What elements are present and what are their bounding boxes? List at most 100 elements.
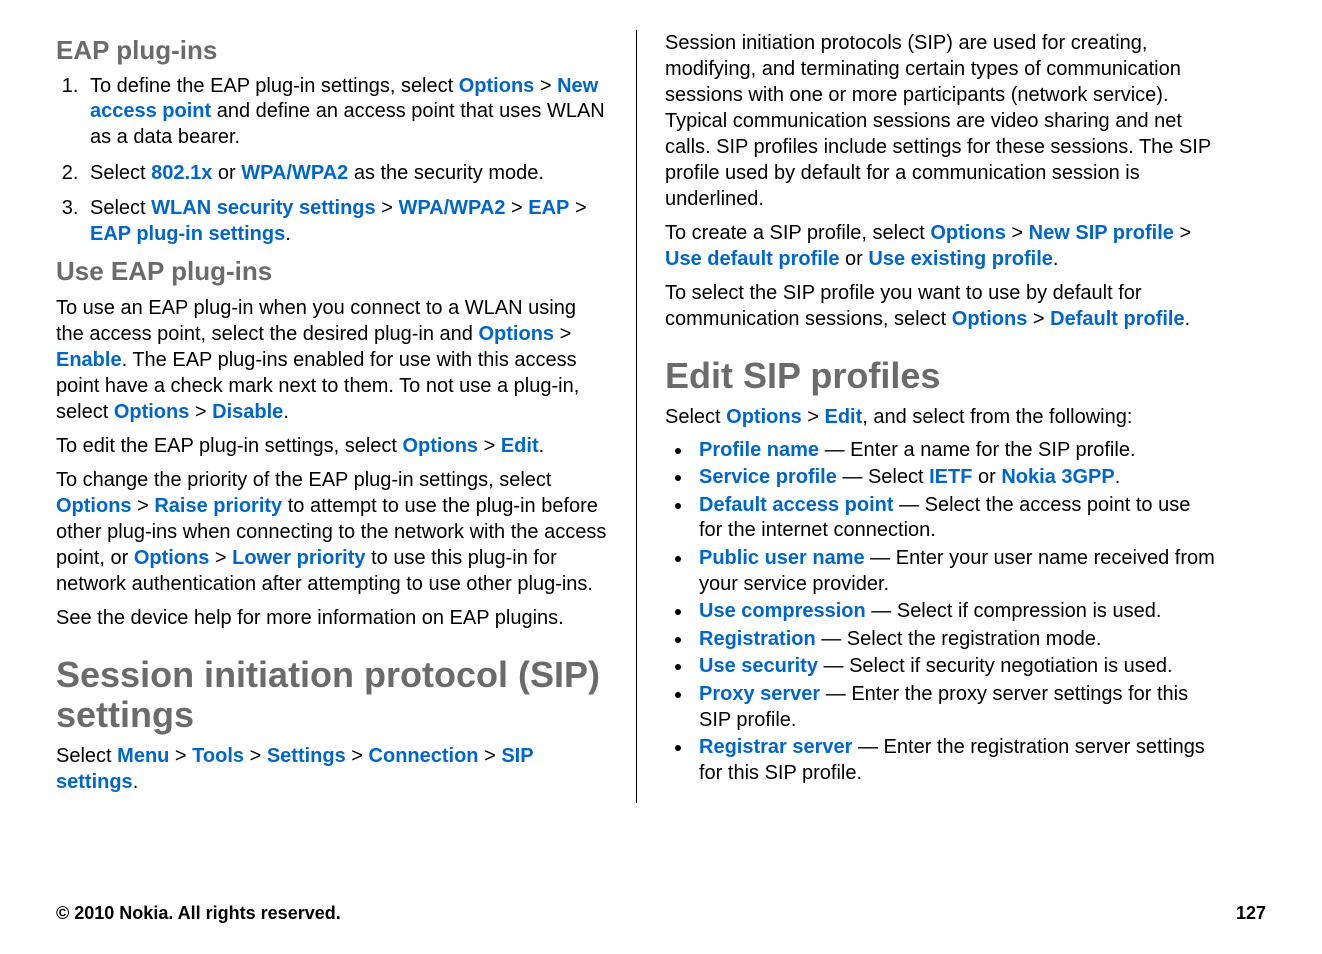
text: — Select [837, 466, 929, 488]
list-item: Registration — Select the registration m… [693, 627, 1216, 653]
paragraph: Select Menu > Tools > Settings > Connect… [56, 743, 608, 795]
text: or [212, 162, 241, 184]
ui-term: Tools [192, 745, 244, 767]
text: > [479, 745, 502, 767]
step-2: Select 802.1x or WPA/WPA2 as the securit… [84, 161, 608, 187]
ui-term: WPA/WPA2 [398, 197, 505, 219]
text: > [1174, 222, 1191, 244]
text: > [209, 547, 232, 569]
ui-term: Edit [501, 435, 539, 457]
paragraph: See the device help for more information… [56, 605, 608, 631]
text: or [839, 248, 868, 270]
list-item: Default access point — Select the access… [693, 493, 1216, 544]
option-desc: — Select the registration mode. [816, 628, 1102, 650]
ui-term: Options [134, 547, 210, 569]
text: > [569, 197, 586, 219]
ui-term: 802.1x [151, 162, 212, 184]
text: . [1115, 466, 1121, 488]
text: > [505, 197, 528, 219]
text: . [1053, 248, 1059, 270]
eap-steps-list: To define the EAP plug-in settings, sele… [56, 74, 608, 248]
ui-term: Nokia 3GPP [1001, 466, 1114, 488]
ui-term: Options [403, 435, 479, 457]
list-item: Proxy server — Enter the proxy server se… [693, 682, 1216, 733]
ui-term: Lower priority [232, 547, 365, 569]
ui-term: Raise priority [154, 495, 282, 517]
text: . [283, 401, 289, 423]
list-item: Registrar server — Enter the registratio… [693, 735, 1216, 786]
ui-term: IETF [929, 466, 972, 488]
ui-term: Connection [369, 745, 479, 767]
text: Select [665, 406, 726, 428]
option-name: Proxy server [699, 683, 820, 705]
ui-term: Options [56, 495, 132, 517]
ui-term: Edit [825, 406, 863, 428]
ui-term: Options [478, 323, 554, 345]
text: , and select from the following: [862, 406, 1132, 428]
option-desc: — Enter a name for the SIP profile. [819, 439, 1135, 461]
ui-term: Settings [267, 745, 346, 767]
text: > [534, 75, 557, 97]
list-item: Use compression — Select if compression … [693, 599, 1216, 625]
text: To create a SIP profile, select [665, 222, 930, 244]
manual-page: EAP plug-ins To define the EAP plug-in s… [0, 0, 1322, 803]
option-desc: — Select if security negotiation is used… [818, 655, 1173, 677]
two-column-layout: EAP plug-ins To define the EAP plug-in s… [56, 30, 1266, 803]
list-item: Service profile — Select IETF or Nokia 3… [693, 465, 1216, 491]
text: > [132, 495, 155, 517]
text: To change the priority of the EAP plug-i… [56, 469, 551, 491]
paragraph: To create a SIP profile, select Options … [665, 220, 1216, 272]
text: or [972, 466, 1001, 488]
ui-term: WPA/WPA2 [241, 162, 348, 184]
text: To define the EAP plug-in settings, sele… [90, 75, 459, 97]
text: > [1027, 308, 1050, 330]
option-name: Use security [699, 655, 818, 677]
text: . [133, 771, 139, 793]
ui-term: Use default profile [665, 248, 839, 270]
ui-term: WLAN security settings [151, 197, 375, 219]
list-item: Use security — Select if security negoti… [693, 654, 1216, 680]
option-name: Profile name [699, 439, 819, 461]
option-name: Use compression [699, 600, 866, 622]
ui-term: Enable [56, 349, 122, 371]
text: > [189, 401, 212, 423]
heading-use-eap: Use EAP plug-ins [56, 257, 608, 287]
text: > [376, 197, 399, 219]
sip-options-list: Profile name — Enter a name for the SIP … [665, 438, 1216, 787]
option-name: Service profile [699, 466, 837, 488]
heading-edit-sip: Edit SIP profiles [665, 356, 1216, 396]
ui-term: Options [930, 222, 1006, 244]
step-3: Select WLAN security settings > WPA/WPA2… [84, 196, 608, 247]
left-column: EAP plug-ins To define the EAP plug-in s… [56, 30, 636, 803]
page-footer: © 2010 Nokia. All rights reserved. 127 [56, 903, 1266, 924]
text: > [244, 745, 267, 767]
text: > [1006, 222, 1029, 244]
ui-term: Menu [117, 745, 169, 767]
paragraph: To select the SIP profile you want to us… [665, 280, 1216, 332]
text: . [1185, 308, 1191, 330]
text: > [169, 745, 192, 767]
ui-term: Options [952, 308, 1028, 330]
ui-term: EAP plug-in settings [90, 223, 285, 245]
ui-term: Default profile [1050, 308, 1184, 330]
option-name: Registrar server [699, 736, 852, 758]
paragraph: To use an EAP plug-in when you connect t… [56, 295, 608, 425]
ui-term: Options [459, 75, 535, 97]
text: Select [90, 162, 151, 184]
copyright-text: © 2010 Nokia. All rights reserved. [56, 903, 341, 924]
text: > [554, 323, 571, 345]
text: To edit the EAP plug-in settings, select [56, 435, 403, 457]
ui-term: EAP [528, 197, 569, 219]
text: as the security mode. [348, 162, 544, 184]
text: > [346, 745, 369, 767]
option-desc: — Select if compression is used. [866, 600, 1162, 622]
ui-term: Options [726, 406, 802, 428]
text: > [802, 406, 825, 428]
ui-term: Options [114, 401, 190, 423]
ui-term: New SIP profile [1029, 222, 1174, 244]
paragraph: Select Options > Edit, and select from t… [665, 404, 1216, 430]
ui-term: Disable [212, 401, 283, 423]
paragraph: To edit the EAP plug-in settings, select… [56, 433, 608, 459]
text: . [285, 223, 291, 245]
heading-eap-plugins: EAP plug-ins [56, 36, 608, 66]
